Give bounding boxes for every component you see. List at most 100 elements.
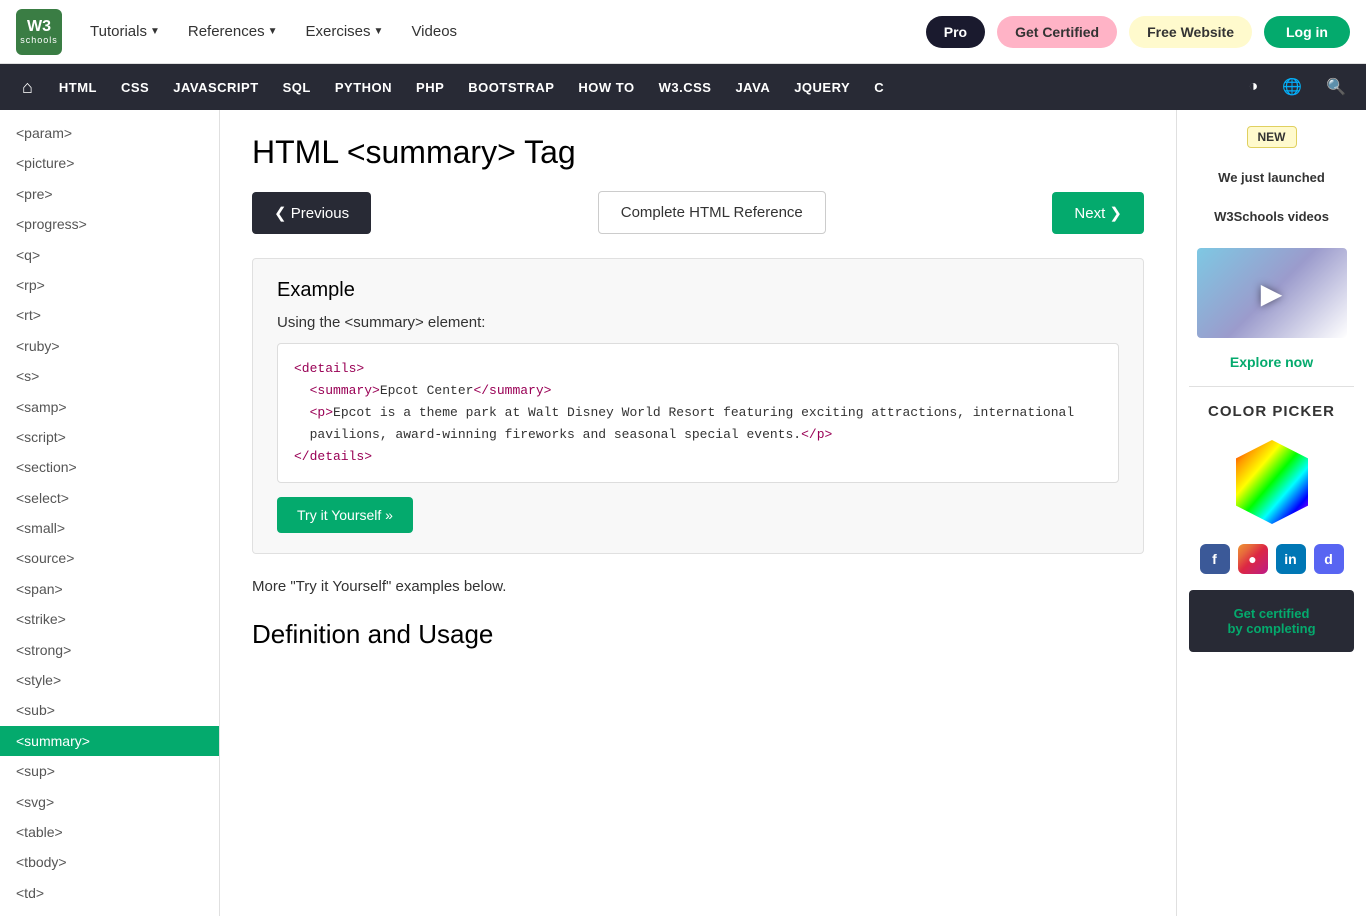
sidebar-item-tbody[interactable]: <tbody>	[0, 847, 219, 877]
try-it-button[interactable]: Try it Yourself »	[277, 497, 413, 533]
right-sidebar: NEW We just launched W3Schools videos ▶ …	[1176, 110, 1366, 916]
nav-exercises[interactable]: Exercises ▼	[298, 19, 392, 44]
sidebar-item-source[interactable]: <source>	[0, 543, 219, 573]
globe-icon: 🌐	[1282, 77, 1302, 97]
nav-tutorials[interactable]: Tutorials ▼	[82, 19, 168, 44]
cert-text: Get certified by completing	[1201, 606, 1342, 636]
sec-nav-html[interactable]: HTML	[47, 64, 109, 110]
home-icon-button[interactable]: ⌂	[8, 64, 47, 110]
sec-nav-w3css[interactable]: W3.CSS	[647, 64, 724, 110]
tutorials-arrow-icon: ▼	[150, 26, 160, 37]
theme-icon: ◑	[1248, 78, 1258, 96]
sec-nav-c[interactable]: C	[862, 64, 896, 110]
sec-nav-javascript[interactable]: JAVASCRIPT	[161, 64, 270, 110]
play-icon: ▶	[1261, 277, 1283, 310]
sidebar-item-strong[interactable]: <strong>	[0, 635, 219, 665]
sidebar-item-ruby[interactable]: <ruby>	[0, 331, 219, 361]
sidebar-item-sup[interactable]: <sup>	[0, 756, 219, 786]
nav-references[interactable]: References ▼	[180, 19, 286, 44]
sidebar-item-td[interactable]: <td>	[0, 878, 219, 908]
code-tag-summary-close: </summary>	[473, 383, 551, 398]
login-button[interactable]: Log in	[1264, 16, 1350, 48]
references-arrow-icon: ▼	[268, 26, 278, 37]
theme-toggle-button[interactable]: ◑	[1236, 64, 1270, 110]
search-icon: 🔍	[1326, 77, 1346, 97]
sidebar: <param> <picture> <pre> <progress> <q> <…	[0, 110, 220, 916]
sidebar-item-select[interactable]: <select>	[0, 483, 219, 513]
sidebar-item-param[interactable]: <param>	[0, 118, 219, 148]
complete-reference-button[interactable]: Complete HTML Reference	[598, 191, 826, 234]
next-button[interactable]: Next ❯	[1052, 192, 1144, 234]
code-tag-p-close: </p>	[801, 427, 832, 442]
secondary-nav: ⌂ HTML CSS JAVASCRIPT SQL PYTHON PHP BOO…	[0, 64, 1366, 110]
logo-schools-text: schools	[20, 35, 58, 45]
prev-button[interactable]: ❮ Previous	[252, 192, 371, 234]
sidebar-item-strike[interactable]: <strike>	[0, 604, 219, 634]
linkedin-icon[interactable]: in	[1276, 544, 1306, 574]
divider	[1189, 386, 1354, 387]
sidebar-item-style[interactable]: <style>	[0, 665, 219, 695]
color-picker-title: COLOR PICKER	[1208, 403, 1335, 420]
sidebar-item-svg[interactable]: <svg>	[0, 787, 219, 817]
home-icon: ⌂	[22, 77, 33, 98]
sidebar-item-progress[interactable]: <progress>	[0, 209, 219, 239]
explore-now-link[interactable]: Explore now	[1230, 354, 1313, 370]
logo[interactable]: W3 schools	[16, 9, 62, 55]
code-tag-details-close: </details>	[294, 449, 372, 464]
color-picker[interactable]	[1232, 436, 1312, 528]
sidebar-item-small[interactable]: <small>	[0, 513, 219, 543]
pro-button[interactable]: Pro	[926, 16, 985, 48]
code-tag-p-open: <p>	[310, 405, 333, 420]
definition-usage-title: Definition and Usage	[252, 619, 1144, 650]
nav-videos[interactable]: Videos	[403, 19, 465, 44]
sec-nav-howto[interactable]: HOW TO	[566, 64, 646, 110]
sidebar-item-rt[interactable]: <rt>	[0, 300, 219, 330]
page-title: HTML <summary> Tag	[252, 134, 1144, 171]
search-button[interactable]: 🔍	[1314, 64, 1358, 110]
sidebar-item-table[interactable]: <table>	[0, 817, 219, 847]
sidebar-item-q[interactable]: <q>	[0, 240, 219, 270]
sec-nav-python[interactable]: PYTHON	[323, 64, 404, 110]
code-text-p: Epcot is a theme park at Walt Disney Wor…	[294, 405, 1074, 442]
example-desc: Using the <summary> element:	[277, 314, 1119, 331]
code-block: <details> <summary>Epcot Center</summary…	[277, 343, 1119, 483]
sidebar-item-s[interactable]: <s>	[0, 361, 219, 391]
sec-nav-java[interactable]: JAVA	[723, 64, 782, 110]
sec-nav-jquery[interactable]: JQUERY	[782, 64, 862, 110]
language-button[interactable]: 🌐	[1270, 64, 1314, 110]
example-title: Example	[277, 279, 1119, 302]
sec-nav-css[interactable]: CSS	[109, 64, 161, 110]
sidebar-item-picture[interactable]: <picture>	[0, 148, 219, 178]
video-thumbnail[interactable]: ▶	[1197, 248, 1347, 338]
code-text-epcot: Epcot Center	[380, 383, 474, 398]
get-certified-button[interactable]: Get Certified	[997, 16, 1117, 48]
code-tag-summary-open: <summary>	[310, 383, 380, 398]
top-nav: W3 schools Tutorials ▼ References ▼ Exer…	[0, 0, 1366, 64]
main-content: HTML <summary> Tag ❮ Previous Complete H…	[220, 110, 1176, 916]
sidebar-item-span[interactable]: <span>	[0, 574, 219, 604]
sec-nav-php[interactable]: PHP	[404, 64, 456, 110]
nav-buttons: ❮ Previous Complete HTML Reference Next …	[252, 191, 1144, 234]
free-website-button[interactable]: Free Website	[1129, 16, 1252, 48]
sidebar-item-sub[interactable]: <sub>	[0, 695, 219, 725]
get-cert-promo[interactable]: Get certified by completing	[1189, 590, 1354, 652]
sec-nav-bootstrap[interactable]: BOOTSTRAP	[456, 64, 566, 110]
sidebar-item-script[interactable]: <script>	[0, 422, 219, 452]
facebook-icon[interactable]: f	[1200, 544, 1230, 574]
discord-icon[interactable]: d	[1314, 544, 1344, 574]
instagram-icon[interactable]: ●	[1238, 544, 1268, 574]
promo-text1: We just launched	[1218, 170, 1325, 185]
logo-w3-text: W3	[27, 19, 51, 35]
sidebar-item-rp[interactable]: <rp>	[0, 270, 219, 300]
example-box: Example Using the <summary> element: <de…	[252, 258, 1144, 554]
code-tag-details-open: <details>	[294, 361, 364, 376]
sidebar-item-summary[interactable]: <summary>	[0, 726, 219, 756]
sidebar-item-pre[interactable]: <pre>	[0, 179, 219, 209]
sec-nav-sql[interactable]: SQL	[271, 64, 323, 110]
sidebar-item-samp[interactable]: <samp>	[0, 392, 219, 422]
promo-text2: W3Schools videos	[1214, 209, 1329, 224]
more-examples-text: More "Try it Yourself" examples below.	[252, 578, 1144, 595]
new-badge: NEW	[1247, 126, 1297, 148]
exercises-arrow-icon: ▼	[374, 26, 384, 37]
sidebar-item-section[interactable]: <section>	[0, 452, 219, 482]
